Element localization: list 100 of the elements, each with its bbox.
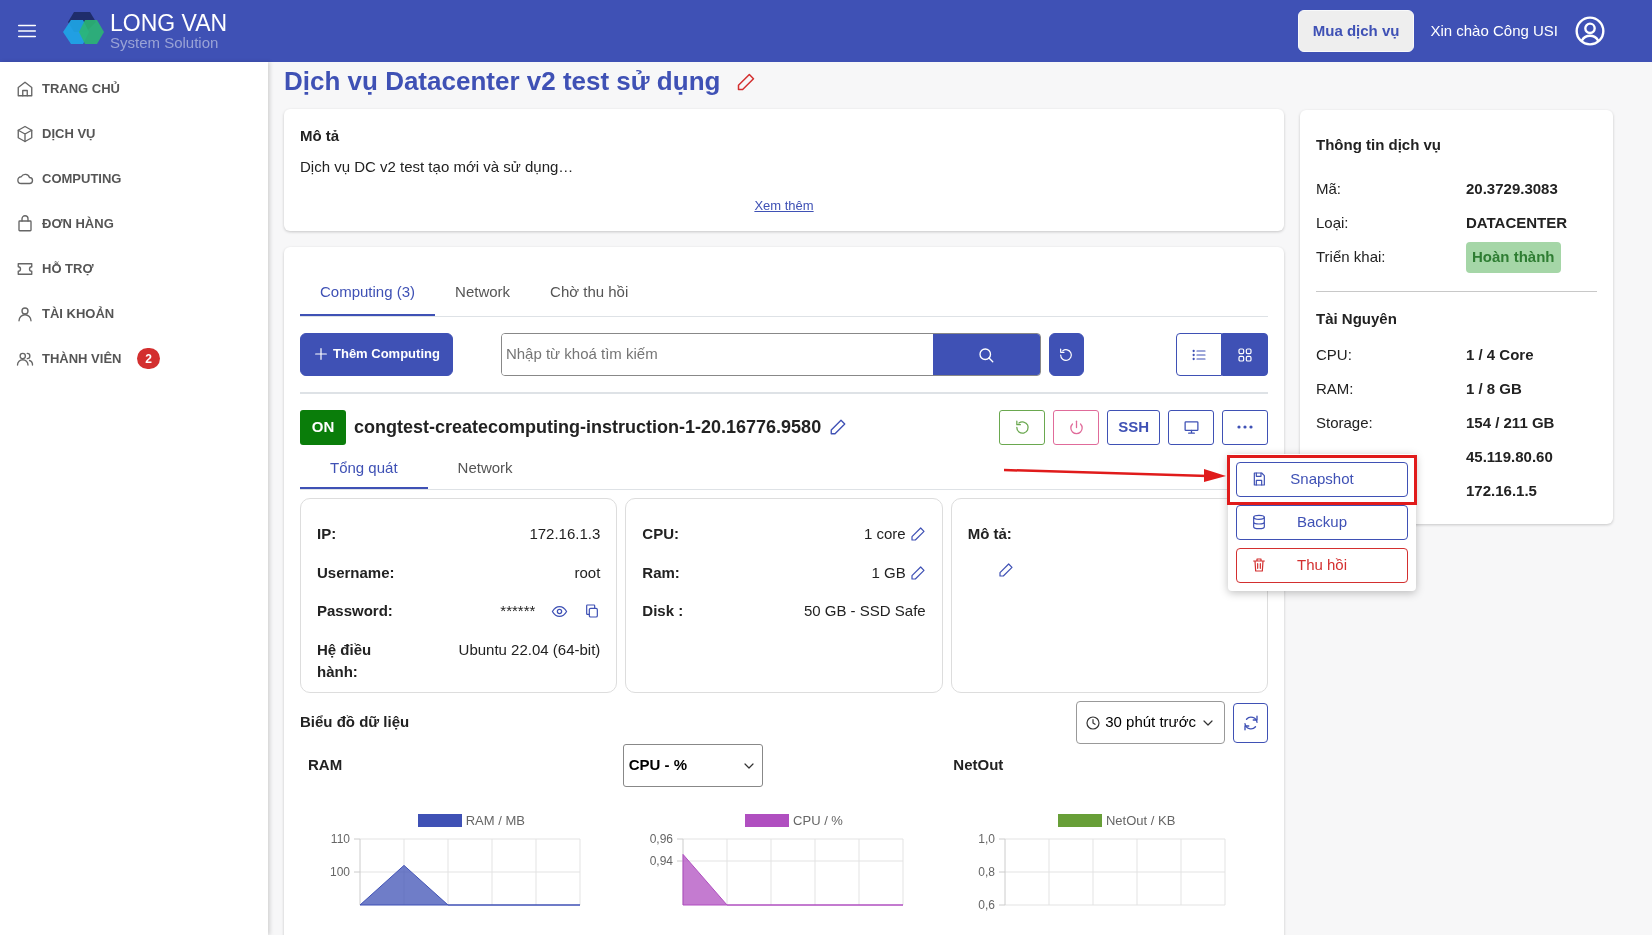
field-label: Mã: xyxy=(1316,179,1342,200)
field-value: 20.3729.3083 xyxy=(1466,179,1558,200)
field-label: CPU: xyxy=(1316,344,1353,365)
field-value: 1 GB xyxy=(871,562,906,583)
field-value: DATACENTER xyxy=(1466,213,1568,234)
axis-tick-label: 110 xyxy=(330,831,350,846)
field-label: Storage: xyxy=(1316,412,1374,433)
account-icon xyxy=(1574,15,1606,47)
field-value: 1 / 4 Core xyxy=(1466,344,1534,365)
field-value: root xyxy=(574,562,601,583)
legend-label: CPU / % xyxy=(793,812,843,830)
computing-name: congtest-createcomputing-instruction-1-20.16776.9580 xyxy=(354,415,822,439)
panel-title: Tài Nguyên xyxy=(1316,308,1398,329)
read-more-link[interactable]: Xem thêm xyxy=(754,198,814,213)
power-button[interactable] xyxy=(1053,409,1100,445)
plus-icon xyxy=(313,346,329,362)
tab[interactable]: Computing (3) xyxy=(300,271,436,316)
brand-tagline: System Solution xyxy=(110,35,220,50)
count-badge: 2 xyxy=(137,348,160,369)
search-button[interactable] xyxy=(932,333,1040,375)
field-value: 172.16.1.5 xyxy=(1466,480,1537,501)
axis-tick-label: 1,0 xyxy=(978,831,996,846)
sidebar-icon xyxy=(16,214,34,233)
field-label: Disk : xyxy=(642,601,684,621)
field-label: Triển khai: xyxy=(1316,247,1387,268)
edit-icon xyxy=(829,418,848,436)
edit-icon xyxy=(736,71,757,92)
edit-icon xyxy=(997,561,1014,578)
sidebar-item[interactable]: THÀNH VIÊN xyxy=(42,348,122,369)
field-value: ****** xyxy=(500,601,536,621)
view-toggle-button[interactable] xyxy=(1222,332,1268,376)
save-icon xyxy=(1251,471,1267,487)
add-computing-button[interactable]: Thêm Computing xyxy=(300,332,453,376)
status-badge: Hoàn thành xyxy=(1466,242,1561,273)
trash-icon xyxy=(1251,557,1267,573)
clock-icon xyxy=(1085,714,1102,731)
legend-swatch xyxy=(417,814,462,828)
time-range-select[interactable]: 30 phút trước xyxy=(1076,701,1225,744)
monitor-icon xyxy=(1182,418,1200,436)
field-label: Mô tả: xyxy=(967,524,1013,544)
field-label: CPU: xyxy=(642,524,679,544)
axis-tick-label: 0,96 xyxy=(649,831,673,846)
power-icon xyxy=(1067,418,1085,436)
sidebar-icon xyxy=(16,304,34,323)
legend-label: NetOut / KB xyxy=(1106,812,1176,830)
search-field[interactable]: Nhập từ khoá tìm kiếm xyxy=(500,332,1041,376)
field-value: 1 core xyxy=(863,524,906,544)
menu-item[interactable]: Backup xyxy=(1236,504,1408,540)
field-value: 154 / 211 GB xyxy=(1466,412,1555,433)
field-label: Password: xyxy=(317,601,393,621)
axis-tick-label: 100 xyxy=(329,864,350,879)
refresh-icon xyxy=(1241,714,1260,733)
field-label: IP: xyxy=(317,524,337,544)
chart-heading: RAM xyxy=(308,755,343,776)
field-value: 45.119.80.60 xyxy=(1466,446,1553,467)
status-badge: ON xyxy=(300,409,346,445)
tab[interactable]: Network xyxy=(435,271,531,316)
field-label: Hệ điều hành: xyxy=(317,639,373,682)
sidebar-item[interactable]: HỖ TRỢ xyxy=(42,258,94,279)
tab[interactable]: Network xyxy=(427,448,543,489)
field-value: 172.16.1.3 xyxy=(529,524,601,544)
field-label: Ram: xyxy=(642,562,680,583)
sidebar-item[interactable]: TÀI KHOẢN xyxy=(42,303,115,324)
field-value: 1 / 8 GB xyxy=(1466,378,1522,399)
description-heading: Mô tả xyxy=(300,126,341,146)
legend-swatch xyxy=(745,814,790,828)
refresh-chart-button[interactable] xyxy=(1233,702,1268,743)
copy-icon xyxy=(584,603,601,620)
sidebar-icon xyxy=(16,124,34,143)
console-button[interactable] xyxy=(1168,409,1214,445)
grid-icon xyxy=(1237,346,1253,363)
page-title: Dịch vụ Datacenter v2 test sử dụng xyxy=(284,65,721,98)
legend-swatch xyxy=(1058,814,1102,828)
ssh-button[interactable]: SSH xyxy=(1107,409,1160,445)
view-toggle-button[interactable] xyxy=(1176,332,1222,376)
more-icon xyxy=(1237,425,1253,429)
field-label: Loại: xyxy=(1316,213,1350,234)
description-text: Dịch vụ DC v2 test tạo mới và sử dụng… xyxy=(300,156,575,177)
section-title: Biểu đồ dữ liệu xyxy=(300,712,410,733)
sidebar-item[interactable]: TRANG CHỦ xyxy=(42,78,120,99)
tab[interactable]: Tổng quát xyxy=(300,448,428,489)
axis-tick-label: 0,6 xyxy=(978,897,996,911)
metric-select[interactable]: CPU - % xyxy=(622,744,763,787)
panel-title: Thông tin dịch vụ xyxy=(1316,135,1442,155)
sidebar-item[interactable]: COMPUTING xyxy=(42,168,122,189)
search-icon xyxy=(977,345,996,364)
buy-service-button[interactable]: Mua dịch vụ xyxy=(1297,9,1415,53)
field-label: Username: xyxy=(317,562,395,583)
restart-button[interactable] xyxy=(999,409,1046,445)
chart-heading: NetOut xyxy=(953,755,1004,776)
reload-button[interactable] xyxy=(1048,332,1084,376)
tab[interactable]: Chờ thu hồi xyxy=(530,271,649,316)
axis-tick-label: 0,94 xyxy=(649,853,673,868)
brand-name: LONG VAN xyxy=(110,12,228,35)
sidebar-item[interactable]: ĐƠN HÀNG xyxy=(42,213,114,234)
sidebar-item[interactable]: DỊCH VỤ xyxy=(42,123,96,144)
more-button[interactable] xyxy=(1222,409,1268,445)
field-value: 50 GB - SSD Safe xyxy=(803,601,926,621)
restart-icon xyxy=(1013,418,1031,436)
menu-item[interactable]: Snapshot xyxy=(1236,461,1408,497)
